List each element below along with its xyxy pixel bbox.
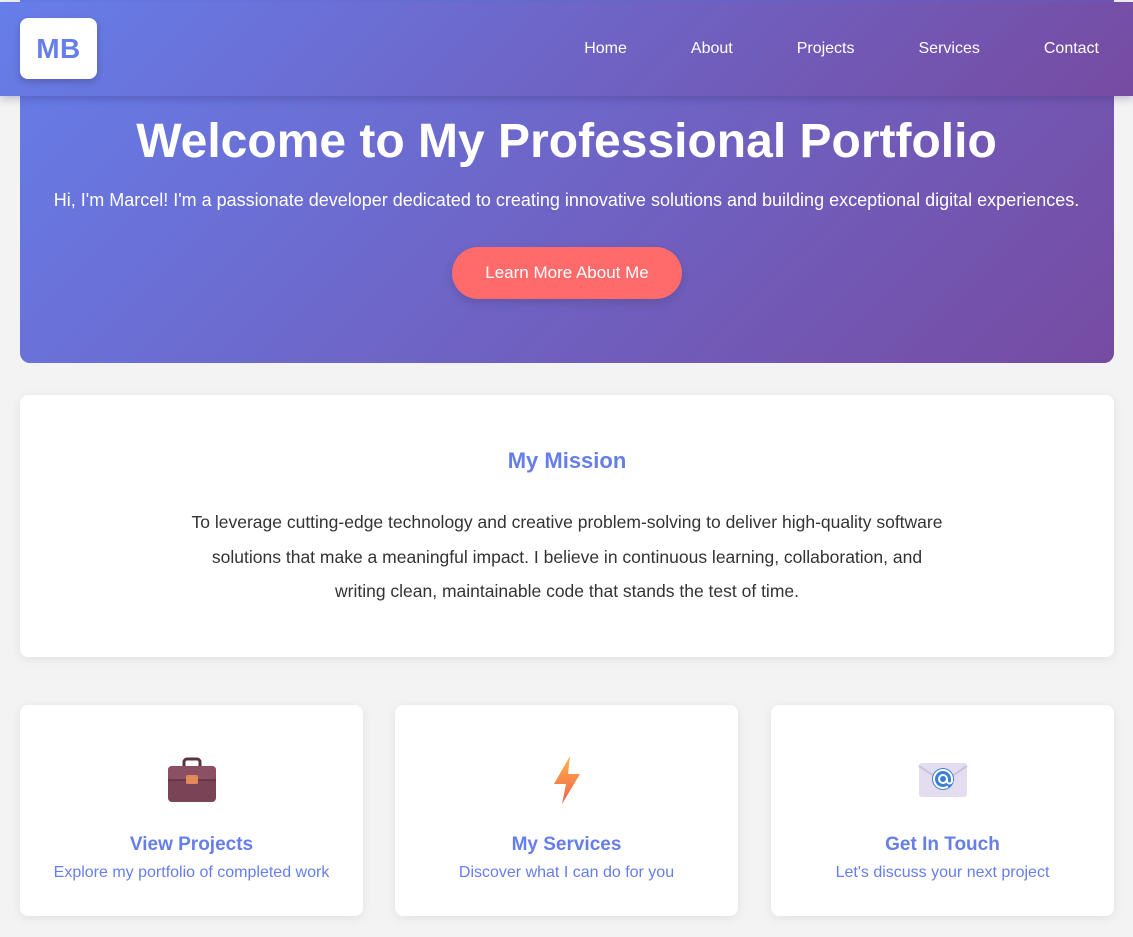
nav-links: Home About Projects Services Contact	[520, 2, 1133, 96]
hero-subtitle: Hi, I'm Marcel! I'm a passionate develop…	[53, 190, 1080, 210]
briefcase-icon	[20, 753, 363, 807]
lightning-icon	[395, 753, 738, 807]
my-services-card[interactable]: My Services Discover what I can do for y…	[395, 705, 738, 916]
card-description: Let's discuss your next project	[835, 864, 1050, 881]
nav-link-projects[interactable]: Projects	[797, 39, 855, 59]
nav-link-home[interactable]: Home	[584, 39, 627, 59]
navbar: MB Home About Projects Services Contact	[0, 2, 1133, 96]
get-in-touch-card[interactable]: Get In Touch Let's discuss your next pro…	[771, 705, 1114, 916]
view-projects-card[interactable]: View Projects Explore my portfolio of co…	[20, 705, 363, 916]
nav-link-contact[interactable]: Contact	[1044, 39, 1099, 59]
hero-title: Welcome to My Professional Portfolio	[136, 115, 997, 168]
mission-card: My Mission To leverage cutting-edge tech…	[20, 395, 1114, 657]
nav-link-about[interactable]: About	[691, 39, 733, 59]
nav-link-services[interactable]: Services	[919, 39, 980, 59]
card-title: My Services	[511, 834, 622, 855]
logo[interactable]: MB	[20, 18, 97, 79]
learn-more-button[interactable]: Learn More About Me	[452, 247, 682, 299]
mission-title: My Mission	[507, 448, 627, 473]
card-description: Discover what I can do for you	[458, 864, 675, 881]
email-icon	[771, 753, 1114, 807]
card-title: View Projects	[129, 834, 254, 855]
card-title: Get In Touch	[885, 834, 1000, 855]
card-description: Explore my portfolio of completed work	[53, 864, 330, 881]
mission-text: To leverage cutting-edge technology and …	[191, 512, 943, 601]
